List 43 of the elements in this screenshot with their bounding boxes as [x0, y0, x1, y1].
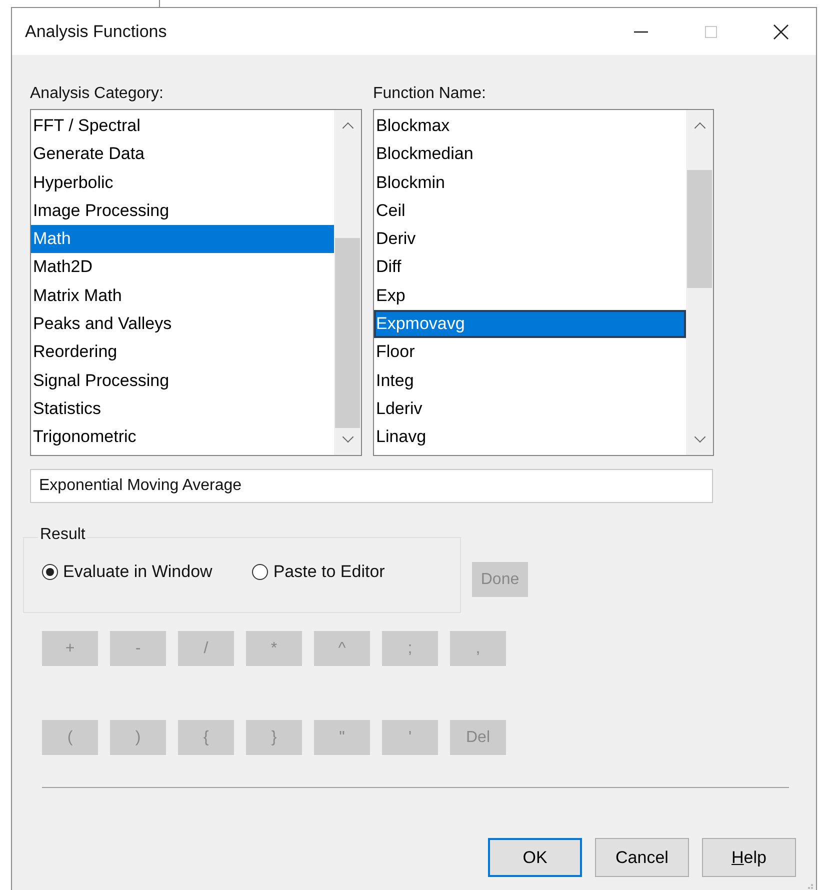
list-item[interactable]: Lderiv: [374, 394, 686, 424]
list-label: Function Name:: [373, 85, 487, 104]
scroll-thumb[interactable]: [335, 238, 360, 428]
list-box[interactable]: FFT / Spectral Generate Data Hyperbolic Image Processing Math Math2D Matrix Math Peaks and Valleys Reordering Signal Processing Statistics Trigonometric: [30, 109, 362, 456]
list-item[interactable]: Hyperbolic: [31, 168, 334, 197]
list-item[interactable]: Math2D: [31, 253, 334, 282]
list-item[interactable]: Integ: [374, 366, 686, 395]
list-box[interactable]: Blockmax Blockmedian Blockmin Ceil Deriv Diff Exp Expmovavg Floor Integ Lderiv Linavg: [373, 109, 714, 456]
list-item[interactable]: Diff: [374, 253, 686, 282]
list-item[interactable]: Blockmedian: [374, 140, 686, 169]
list-item[interactable]: Linavg: [374, 423, 686, 452]
dialog-button[interactable]: OK: [488, 838, 582, 877]
close-icon[interactable]: [773, 24, 789, 40]
list-item[interactable]: Signal Processing: [31, 366, 334, 395]
list-item[interactable]: Expmovavg: [374, 310, 686, 338]
list-item[interactable]: Math: [31, 225, 334, 254]
list-item[interactable]: Blockmax: [374, 112, 686, 140]
scrollbar[interactable]: [686, 110, 713, 455]
list-item[interactable]: Matrix Math: [31, 282, 334, 310]
list-item[interactable]: Reordering: [31, 338, 334, 367]
scrollbar[interactable]: [334, 110, 361, 455]
radio-button[interactable]: [252, 564, 268, 580]
list-item[interactable]: Exp: [374, 282, 686, 310]
list-item[interactable]: Generate Data: [31, 140, 334, 169]
radio-button[interactable]: [42, 564, 58, 580]
scroll-thumb[interactable]: [687, 170, 712, 288]
list-item[interactable]: Image Processing: [31, 196, 334, 226]
list-item[interactable]: Statistics: [31, 394, 334, 424]
list-item[interactable]: Peaks and Valleys: [31, 310, 334, 338]
list-item[interactable]: Ceil: [374, 196, 686, 226]
dialog-button[interactable]: Help: [702, 838, 796, 877]
list-item[interactable]: Trigonometric: [31, 423, 334, 452]
description-field[interactable]: Exponential Moving Average: [30, 469, 713, 503]
dialog-button[interactable]: Cancel: [595, 838, 689, 877]
list-item[interactable]: Blockmin: [374, 168, 686, 197]
list-label: Analysis Category:: [30, 85, 164, 104]
window-title: Analysis Functions: [25, 22, 167, 42]
radio-label[interactable]: Paste to Editor: [273, 562, 385, 582]
list-item[interactable]: Deriv: [374, 225, 686, 254]
list-item[interactable]: Floor: [374, 338, 686, 367]
radio-label[interactable]: Evaluate in Window: [63, 562, 212, 582]
resize-grip-icon[interactable]: [805, 884, 813, 890]
list-item[interactable]: FFT / Spectral: [31, 112, 334, 140]
